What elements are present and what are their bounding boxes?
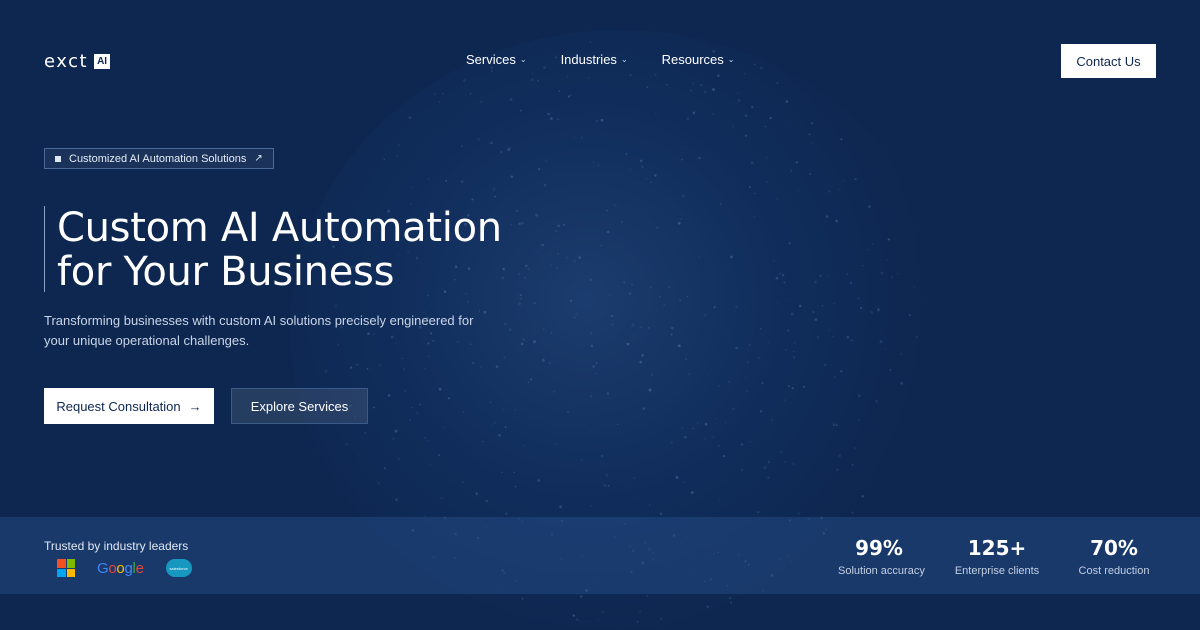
chevron-down-icon: ⌄ [519,55,527,64]
brand-logos: Google salesforce [57,559,192,577]
salesforce-logo: salesforce [165,559,192,577]
stat-value: 99% [855,536,903,560]
site-header: exct AI Services ⌄ Industries ⌄ Resource… [0,0,1200,120]
google-logo: Google [97,559,144,577]
microsoft-logo [57,559,75,577]
contact-us-button[interactable]: Contact Us [1061,44,1156,78]
arrow-up-right-icon: ↗ [254,153,263,164]
button-label: Request Consultation [56,398,181,414]
hero-title: Custom AI Automation for Your Business [57,206,617,294]
trusted-heading: Trusted by industry leaders [44,539,189,553]
hero-accent-rule [44,206,45,292]
hero-title-line-1: Custom AI Automation [57,205,502,251]
nav-item-label: Resources [661,52,724,67]
logo[interactable]: exct AI [44,51,111,72]
square-bullet-icon [55,155,61,162]
nav-item-label: Industries [560,52,617,67]
logo-text: exct [44,51,89,72]
tagline-text: Customized AI Automation Solutions [69,152,247,165]
stat-cost-reduction: 70% Cost reduction [1078,535,1150,577]
nav-item-services[interactable]: Services ⌄ [466,52,527,67]
request-consultation-button[interactable]: Request Consultation → [44,388,214,424]
hero-title-line-2: for Your Business [57,249,395,295]
main-nav: Services ⌄ Industries ⌄ Resources ⌄ [466,52,734,67]
chevron-down-icon: ⌄ [620,55,628,64]
explore-services-button[interactable]: Explore Services [231,388,368,424]
nav-item-industries[interactable]: Industries ⌄ [561,52,628,67]
hero-subtitle: Transforming businesses with custom AI s… [44,313,474,348]
stat-value: 125+ [967,536,1027,560]
stat-label: Solution accuracy [838,565,925,577]
tagline-badge[interactable]: Customized AI Automation Solutions ↗ [44,148,274,169]
stat-label: Cost reduction [1078,565,1150,577]
logo-badge: AI [94,54,111,69]
nav-item-label: Services [466,52,516,67]
stat-label: Enterprise clients [954,565,1040,577]
chevron-down-icon: ⌄ [727,55,735,64]
stats-row: 99% Solution accuracy 125+ Enterprise cl… [830,535,1170,585]
stat-solution-accuracy: 99% Solution accuracy [838,535,925,577]
stat-value: 70% [1090,536,1138,560]
nav-item-resources[interactable]: Resources ⌄ [662,52,735,67]
arrow-right-icon: → [188,398,202,414]
stat-enterprise-clients: 125+ Enterprise clients [954,535,1040,577]
